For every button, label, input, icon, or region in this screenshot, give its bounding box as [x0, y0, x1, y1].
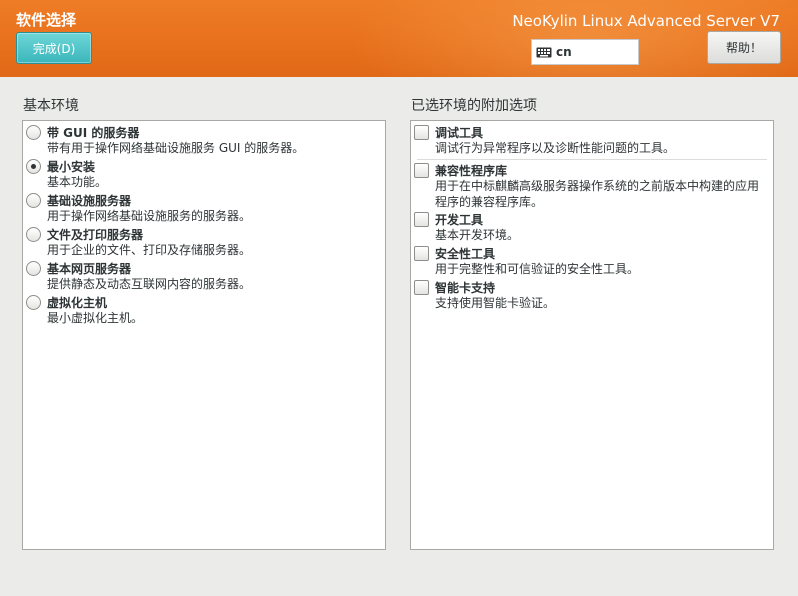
- addon-description: 支持使用智能卡验证。: [435, 296, 556, 310]
- environment-option[interactable]: 基础设施服务器 用于操作网络基础设施服务的服务器。: [23, 191, 385, 225]
- addons-title: 已选环境的附加选项: [411, 98, 537, 114]
- keyboard-icon: [536, 47, 552, 57]
- addon-option[interactable]: 调试工具 调试行为异常程序以及诊断性能问题的工具。: [411, 123, 773, 160]
- addon-name: 智能卡支持: [435, 281, 496, 295]
- top-header: 软件选择 完成(D) NeoKylin Linux Advanced Serve…: [0, 0, 798, 77]
- base-environment-list: 带 GUI 的服务器 带有用于操作网络基础设施服务 GUI 的服务器。 最小安装 基本…: [22, 120, 386, 550]
- addons-list: 调试工具 调试行为异常程序以及诊断性能问题的工具。 兼容性程序库 用于在中标麒麟高级服…: [410, 120, 774, 550]
- addon-name: 兼容性程序库: [435, 164, 508, 178]
- checkbox[interactable]: [414, 280, 429, 295]
- product-name: NeoKylin Linux Advanced Server V7: [512, 12, 780, 30]
- addon-description: 基本开发环境。: [435, 228, 520, 242]
- addon-name: 安全性工具: [435, 247, 496, 261]
- environment-description: 最小虚拟化主机。: [47, 311, 144, 325]
- addon-description: 调试行为异常程序以及诊断性能问题的工具。: [435, 141, 676, 155]
- radio-selected-dot: [31, 164, 36, 169]
- addon-name: 开发工具: [435, 213, 484, 227]
- checkbox[interactable]: [414, 125, 429, 140]
- environment-option[interactable]: 文件及打印服务器 用于企业的文件、打印及存储服务器。: [23, 225, 385, 259]
- environment-description: 提供静态及动态互联网内容的服务器。: [47, 277, 252, 291]
- environment-description: 用于操作网络基础设施服务的服务器。: [47, 209, 252, 223]
- environment-name: 虚拟化主机: [47, 296, 108, 310]
- keyboard-layout-indicator[interactable]: cn: [531, 39, 639, 65]
- environment-name: 基础设施服务器: [47, 194, 132, 208]
- addon-option[interactable]: 兼容性程序库 用于在中标麒麟高级服务器操作系统的之前版本中构建的应用程序的兼容程序…: [411, 161, 773, 209]
- addon-option[interactable]: 开发工具 基本开发环境。: [411, 210, 773, 244]
- addon-name: 调试工具: [435, 126, 484, 140]
- environment-description: 用于企业的文件、打印及存储服务器。: [47, 243, 252, 257]
- environment-name: 带 GUI 的服务器: [47, 126, 140, 140]
- checkbox[interactable]: [414, 163, 429, 178]
- radio-button[interactable]: [26, 295, 41, 310]
- environment-option[interactable]: 虚拟化主机 最小虚拟化主机。: [23, 293, 385, 327]
- radio-button[interactable]: [26, 193, 41, 208]
- checkbox[interactable]: [414, 246, 429, 261]
- help-button[interactable]: 帮助！: [707, 31, 781, 64]
- base-environment-title: 基本环境: [23, 98, 79, 114]
- done-button[interactable]: 完成(D): [16, 32, 92, 64]
- radio-button[interactable]: [26, 227, 41, 242]
- addon-description: 用于在中标麒麟高级服务器操作系统的之前版本中构建的应用程序的兼容程序库。: [435, 179, 760, 209]
- radio-button[interactable]: [26, 261, 41, 276]
- environment-option[interactable]: 基本网页服务器 提供静态及动态互联网内容的服务器。: [23, 259, 385, 293]
- environment-option[interactable]: 最小安装 基本功能。: [23, 157, 385, 191]
- addon-option[interactable]: 安全性工具 用于完整性和可信验证的安全性工具。: [411, 244, 773, 278]
- keyboard-layout-label: cn: [556, 45, 572, 59]
- addon-option[interactable]: 智能卡支持 支持使用智能卡验证。: [411, 278, 773, 312]
- environment-name: 文件及打印服务器: [47, 228, 144, 242]
- environment-description: 基本功能。: [47, 175, 108, 189]
- environment-name: 基本网页服务器: [47, 262, 132, 276]
- addon-separator: [417, 159, 767, 160]
- page-title: 软件选择: [16, 11, 77, 29]
- radio-button[interactable]: [26, 159, 41, 174]
- addon-description: 用于完整性和可信验证的安全性工具。: [435, 262, 640, 276]
- radio-button[interactable]: [26, 125, 41, 140]
- environment-name: 最小安装: [47, 160, 96, 174]
- environment-description: 带有用于操作网络基础设施服务 GUI 的服务器。: [47, 141, 305, 155]
- environment-option[interactable]: 带 GUI 的服务器 带有用于操作网络基础设施服务 GUI 的服务器。: [23, 123, 385, 157]
- checkbox[interactable]: [414, 212, 429, 227]
